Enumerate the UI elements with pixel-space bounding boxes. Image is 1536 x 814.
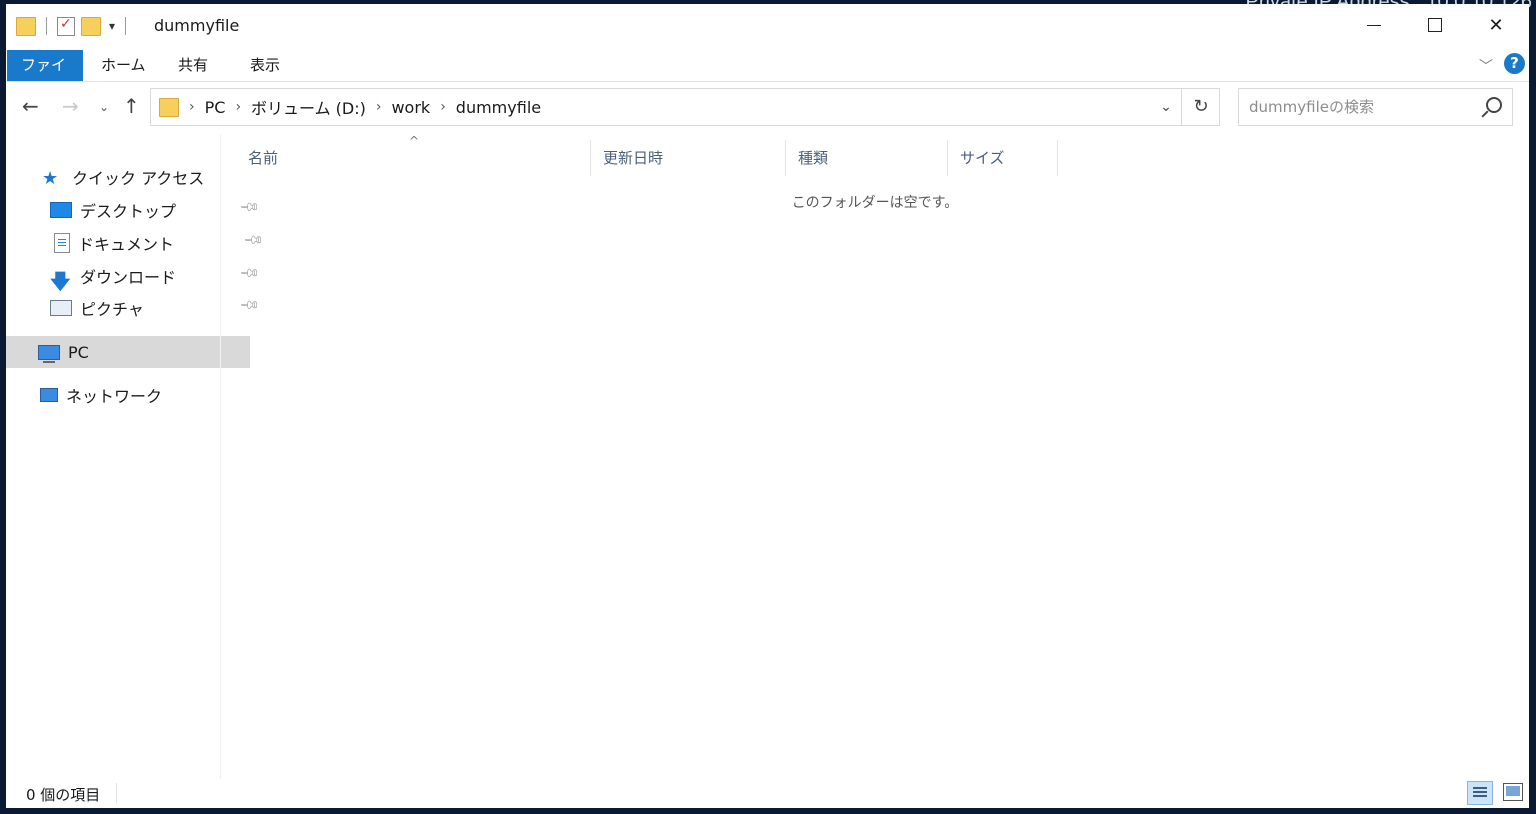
computer-icon [38,344,60,363]
tab-home[interactable]: ホーム [87,50,160,81]
close-icon: ✕ [1488,14,1504,36]
folder-icon [159,97,179,117]
close-button[interactable]: ✕ [1466,4,1526,46]
properties-icon[interactable] [57,16,75,36]
minimize-icon [1367,24,1381,26]
sidebar-item-label: ドキュメント [78,235,175,254]
column-header-type[interactable]: 種類 [786,140,948,176]
refresh-button[interactable]: ↻ [1181,89,1220,125]
sidebar-item-label: ネットワーク [66,387,163,406]
back-button[interactable]: ← [22,94,39,118]
desktop-icon [50,202,72,218]
divider [125,17,127,35]
breadcrumb-pc[interactable]: PC [205,98,226,117]
address-bar[interactable]: › PC › ボリューム (D:) › work › dummyfile ⌄ ↻ [150,88,1220,126]
up-button[interactable]: ↑ [123,94,140,118]
folder-icon [16,16,36,36]
chevron-right-icon[interactable]: › [189,99,195,115]
forward-button[interactable]: → [62,94,79,118]
chevron-right-icon[interactable]: › [440,99,446,115]
status-bar: 0 個の項目 [6,779,1529,808]
maximize-button[interactable] [1405,4,1465,46]
chevron-right-icon[interactable]: › [235,99,241,115]
file-list: ^ 名前 更新日時 種類 サイズ このフォルダーは空です。 [221,134,1529,779]
tab-share[interactable]: 共有 [164,50,222,81]
tab-view[interactable]: 表示 [236,50,294,81]
explorer-window: ▾ dummyfile ✕ ファイル ホーム 共有 表示 ﹀ ? ← → ⌄ ↑… [6,4,1529,808]
recent-locations-icon[interactable]: ⌄ [99,100,109,114]
star-icon: ★ [42,168,59,189]
network-icon [40,388,58,402]
help-button[interactable]: ? [1504,53,1525,74]
navigation-pane: ★ クイック アクセス デスクトップ 📌︎ ドキュメント 📌︎ 🡇 ダウンロード… [6,134,265,779]
document-icon [54,233,70,253]
breadcrumb-volume[interactable]: ボリューム (D:) [251,95,366,119]
navigation-bar: ← → ⌄ ↑ › PC › ボリューム (D:) › work › dummy… [6,88,1529,128]
address-history-dropdown[interactable]: ⌄ [1151,89,1181,125]
sidebar-item-quick-access[interactable]: ★ クイック アクセス [6,161,254,193]
breadcrumb-dummyfile[interactable]: dummyfile [456,98,541,117]
column-header-name[interactable]: 名前 [236,140,591,176]
divider [46,17,47,35]
new-folder-icon[interactable] [81,16,101,36]
sidebar-item-label: ピクチャ [80,300,144,319]
tab-file[interactable]: ファイル [7,50,83,105]
sidebar-item-label: デスクトップ [80,202,177,221]
search-input[interactable] [1249,98,1469,116]
sidebar-item-network[interactable]: ネットワーク [6,379,252,411]
ribbon-tabs: ファイル ホーム 共有 表示 ﹀ ? [6,48,1529,105]
title-bar: ▾ dummyfile ✕ [6,4,1529,46]
minimize-button[interactable] [1344,4,1404,46]
customize-toolbar-icon[interactable]: ▾ [109,19,115,33]
column-header-modified[interactable]: 更新日時 [591,140,786,176]
sidebar-item-label: PC [68,342,89,362]
breadcrumb-work[interactable]: work [391,98,430,117]
picture-icon [50,300,72,316]
search-box[interactable] [1238,88,1513,126]
maximize-icon [1428,18,1442,32]
window-title: dummyfile [154,16,240,35]
quick-access-toolbar: ▾ [16,14,130,38]
sidebar-item-label: ダウンロード [80,268,177,287]
details-view-icon[interactable] [1467,781,1493,805]
sidebar-item-pc[interactable]: PC [6,336,250,368]
sidebar-item-label: クイック アクセス [72,169,205,188]
divider [116,783,117,803]
download-icon: 🡇 [50,269,71,293]
empty-folder-message: このフォルダーは空です。 [791,195,959,211]
chevron-right-icon[interactable]: › [376,99,382,115]
column-header-size[interactable]: サイズ [948,140,1058,176]
expand-ribbon-icon[interactable]: ﹀ [1479,56,1493,76]
item-count: 0 個の項目 [26,786,101,804]
large-icons-view-icon[interactable] [1503,783,1523,801]
search-icon[interactable] [1486,97,1502,113]
